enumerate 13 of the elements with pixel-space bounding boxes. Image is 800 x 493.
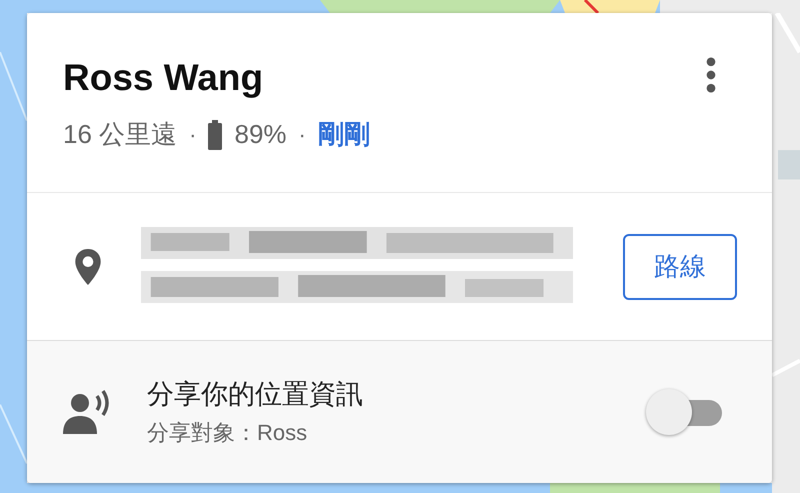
person-name: Ross Wang: [63, 57, 264, 99]
location-pin-icon: [75, 248, 101, 284]
battery-icon: [208, 120, 222, 150]
battery-text: 89%: [234, 119, 287, 150]
more-options-icon[interactable]: [706, 57, 716, 93]
share-subtitle: 分享對象：Ross: [147, 419, 308, 447]
updated-time: 剛剛: [318, 118, 370, 151]
share-toggle[interactable]: [646, 388, 722, 436]
share-title: 分享你的位置資訊: [147, 378, 363, 411]
separator-text: ·: [189, 122, 196, 148]
directions-button[interactable]: 路線: [623, 234, 737, 300]
separator-text: ·: [298, 122, 306, 148]
distance-text: 16 公里遠: [63, 118, 178, 151]
